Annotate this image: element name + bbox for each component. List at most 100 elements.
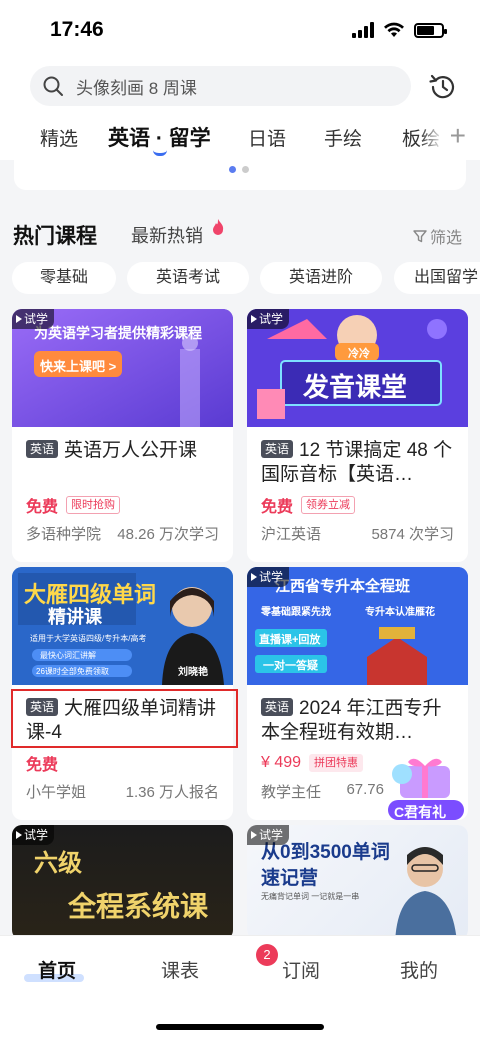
trial-badge: 试学	[12, 825, 55, 845]
promo-tag: 领券立减	[301, 496, 356, 514]
tab-japanese[interactable]: 日语	[248, 124, 286, 151]
history-icon[interactable]	[426, 70, 460, 104]
chip-english-exam[interactable]: 英语考试	[127, 262, 249, 294]
course-card[interactable]: 从0到3500单词 速记营 无痛背记单词 一记就是一串 试学	[247, 825, 468, 940]
flame-icon	[213, 219, 224, 235]
thumbnail-caption: 适用于大学英语四级/专升本/高考	[30, 634, 147, 643]
tab-featured[interactable]: 精选	[40, 124, 78, 151]
add-tab-icon[interactable]: +	[450, 120, 466, 152]
search-placeholder: 头像刻画 8 周课	[76, 78, 197, 98]
cellular-signal-icon	[352, 22, 374, 38]
active-tab-indicator	[153, 150, 167, 156]
learner-count: 5874 次学习	[371, 526, 454, 543]
bottom-navigation: 首页 课表 订阅 2 我的	[0, 935, 480, 1039]
thumbnail-headline: 发音课堂	[303, 372, 408, 402]
banner-dot-active	[229, 166, 236, 173]
course-price: 免费	[26, 499, 59, 516]
thumbnail-point: 直播课+回放	[259, 634, 321, 646]
thumbnail-cta: 快来上课吧 >	[40, 359, 117, 374]
thumbnail-caption: 无痛背记单词 一记就是一串	[261, 892, 360, 901]
nav-schedule[interactable]: 课表	[161, 956, 199, 983]
course-card[interactable]: 冷冷 发音课堂 试学 英语 12 节课搞定 48 个国际音标【英语… 免费 领券立…	[247, 309, 468, 562]
status-icons	[352, 22, 447, 38]
status-bar: 17:46	[0, 0, 480, 62]
course-price: 免费	[261, 499, 294, 516]
trial-badge: 试学	[247, 567, 290, 587]
trial-badge: 试学	[247, 825, 290, 845]
promo-tag: 限时抢购	[66, 496, 121, 514]
learner-count: 48.26 万次学习	[117, 526, 219, 543]
nav-mine[interactable]: 我的	[400, 956, 438, 983]
home-indicator	[156, 1024, 324, 1030]
price-row: 免费 限时抢购	[12, 491, 233, 517]
teacher-name: 刘晓艳	[178, 667, 208, 678]
search-icon	[43, 76, 63, 96]
category-tabs: 精选 英语 · 留学 日语 手绘 板绘 +	[0, 110, 480, 160]
filter-button[interactable]: 筛选	[413, 224, 462, 248]
nav-home[interactable]: 首页	[38, 956, 76, 983]
highlight-box	[11, 689, 238, 748]
learner-count: 1.36 万人报名	[125, 784, 219, 801]
thumbnail-mascot-name: 冷冷	[348, 348, 370, 360]
gift-widget[interactable]: C君有礼	[386, 752, 466, 824]
thumbnail-subheadline: 全程系统课	[68, 891, 209, 922]
language-tag: 英语	[261, 440, 294, 458]
banner-dot	[242, 166, 249, 173]
section-title: 热门课程	[13, 225, 97, 248]
course-thumbnail: 大雁四级单词 精讲课 适用于大学英语四级/专升本/高考 最快心词汇讲解 26课时…	[12, 567, 233, 685]
chip-english-advanced[interactable]: 英语进阶	[260, 262, 382, 294]
course-thumbnail: 冷冷 发音课堂 试学	[247, 309, 468, 427]
promo-tag: 拼团特惠	[309, 754, 364, 772]
thumbnail-point: 最快心词汇讲解	[40, 651, 96, 660]
course-thumbnail: 江西省专升本全程班 零基础跟紧先找 专升本认准雁花 直播课+回放 一对一答疑 试…	[247, 567, 468, 685]
search-area: 头像刻画 8 周课	[0, 62, 480, 110]
chip-zero-basis[interactable]: 零基础	[12, 262, 116, 294]
status-time: 17:46	[50, 18, 104, 41]
course-thumbnail: 为英语学习者提供精彩课程 快来上课吧 > 试学	[12, 309, 233, 427]
battery-icon	[414, 22, 447, 38]
trial-badge: 试学	[247, 309, 290, 329]
gift-label: C君有礼	[394, 804, 447, 820]
course-card[interactable]: 为英语学习者提供精彩课程 快来上课吧 > 试学 英语 英语万人公开课 免费 限时抢…	[12, 309, 233, 562]
banner-pagination	[229, 166, 249, 173]
course-title: 英语 2024 年江西专升本全程班有效期…	[247, 685, 468, 749]
chip-study-abroad[interactable]: 出国留学	[394, 262, 480, 294]
course-title-text: 英语万人公开课	[64, 440, 198, 461]
thumbnail-caption: 为英语学习者提供精彩课程	[34, 325, 202, 341]
nav-subscribe[interactable]: 订阅	[282, 956, 320, 983]
provider-name: 教学主任	[261, 784, 322, 801]
course-thumbnail: 从0到3500单词 速记营 无痛背记单词 一记就是一串 试学	[247, 825, 468, 940]
subscribe-badge: 2	[256, 944, 278, 966]
wifi-icon	[384, 22, 404, 37]
learner-count: 67.76	[346, 781, 384, 798]
provider-name: 小午学姐	[26, 784, 87, 801]
provider-name: 沪江英语	[261, 526, 322, 543]
thumbnail-subheadline: 速记营	[261, 868, 319, 889]
course-meta: 多语种学院 48.26 万次学习	[12, 517, 233, 544]
banner[interactable]	[14, 160, 466, 190]
tab-english-study-abroad[interactable]: 英语 · 留学	[108, 122, 211, 152]
latest-hot-link[interactable]: 最新热销	[131, 222, 203, 248]
trial-badge: 试学	[12, 309, 55, 329]
thumbnail-point: 26课时全部免费领取	[36, 667, 109, 676]
filter-icon	[413, 230, 427, 243]
course-card[interactable]: 六级 全程系统课 试学	[12, 825, 233, 940]
course-meta: 小午学姐 1.36 万人报名	[12, 775, 233, 802]
thumbnail-headline: 江西省专升本全程班	[275, 578, 411, 595]
course-title: 英语 英语万人公开课	[12, 427, 233, 491]
thumbnail-slogan: 专升本认准雁花	[365, 607, 435, 618]
language-tag: 英语	[261, 698, 294, 716]
language-tag: 英语	[26, 440, 59, 458]
provider-name: 多语种学院	[26, 526, 102, 543]
tab-hand-drawing[interactable]: 手绘	[324, 124, 362, 151]
search-input[interactable]: 头像刻画 8 周课	[30, 66, 411, 106]
course-thumbnail: 六级 全程系统课 试学	[12, 825, 233, 940]
filter-label: 筛选	[429, 230, 462, 247]
price-row: 免费	[12, 749, 233, 775]
thumbnail-slogan: 零基础跟紧先找	[261, 607, 331, 618]
price-row: 免费 领券立减	[247, 491, 468, 517]
thumbnail-point: 一对一答疑	[263, 660, 318, 672]
thumbnail-subheadline: 精讲课	[48, 607, 102, 627]
filter-chips: 零基础 英语考试 英语进阶 出国留学	[0, 262, 480, 296]
course-price: ¥ 499	[261, 754, 302, 771]
